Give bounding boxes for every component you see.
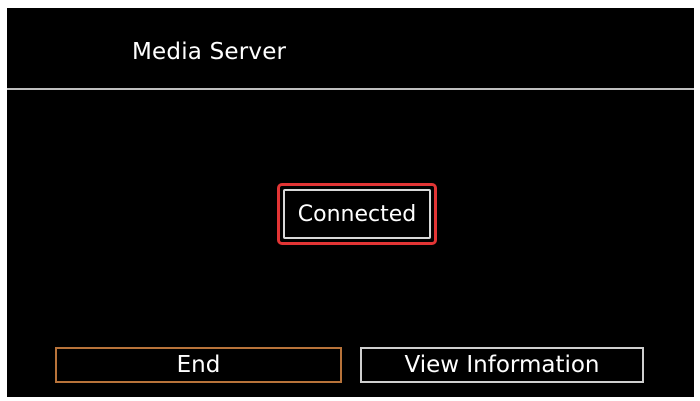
- end-button-label: End: [176, 352, 221, 378]
- view-information-button[interactable]: View Information: [360, 347, 644, 383]
- camera-screen: Media Server Connected End View Informat…: [7, 8, 694, 397]
- screen-header: Media Server: [7, 8, 694, 86]
- connection-status-highlight: Connected: [277, 183, 437, 245]
- end-button[interactable]: End: [55, 347, 342, 383]
- connection-status-box: Connected: [283, 189, 431, 239]
- screen-title: Media Server: [132, 39, 287, 65]
- connection-status-text: Connected: [297, 201, 417, 227]
- view-information-button-label: View Information: [404, 352, 600, 378]
- header-divider: [7, 88, 694, 90]
